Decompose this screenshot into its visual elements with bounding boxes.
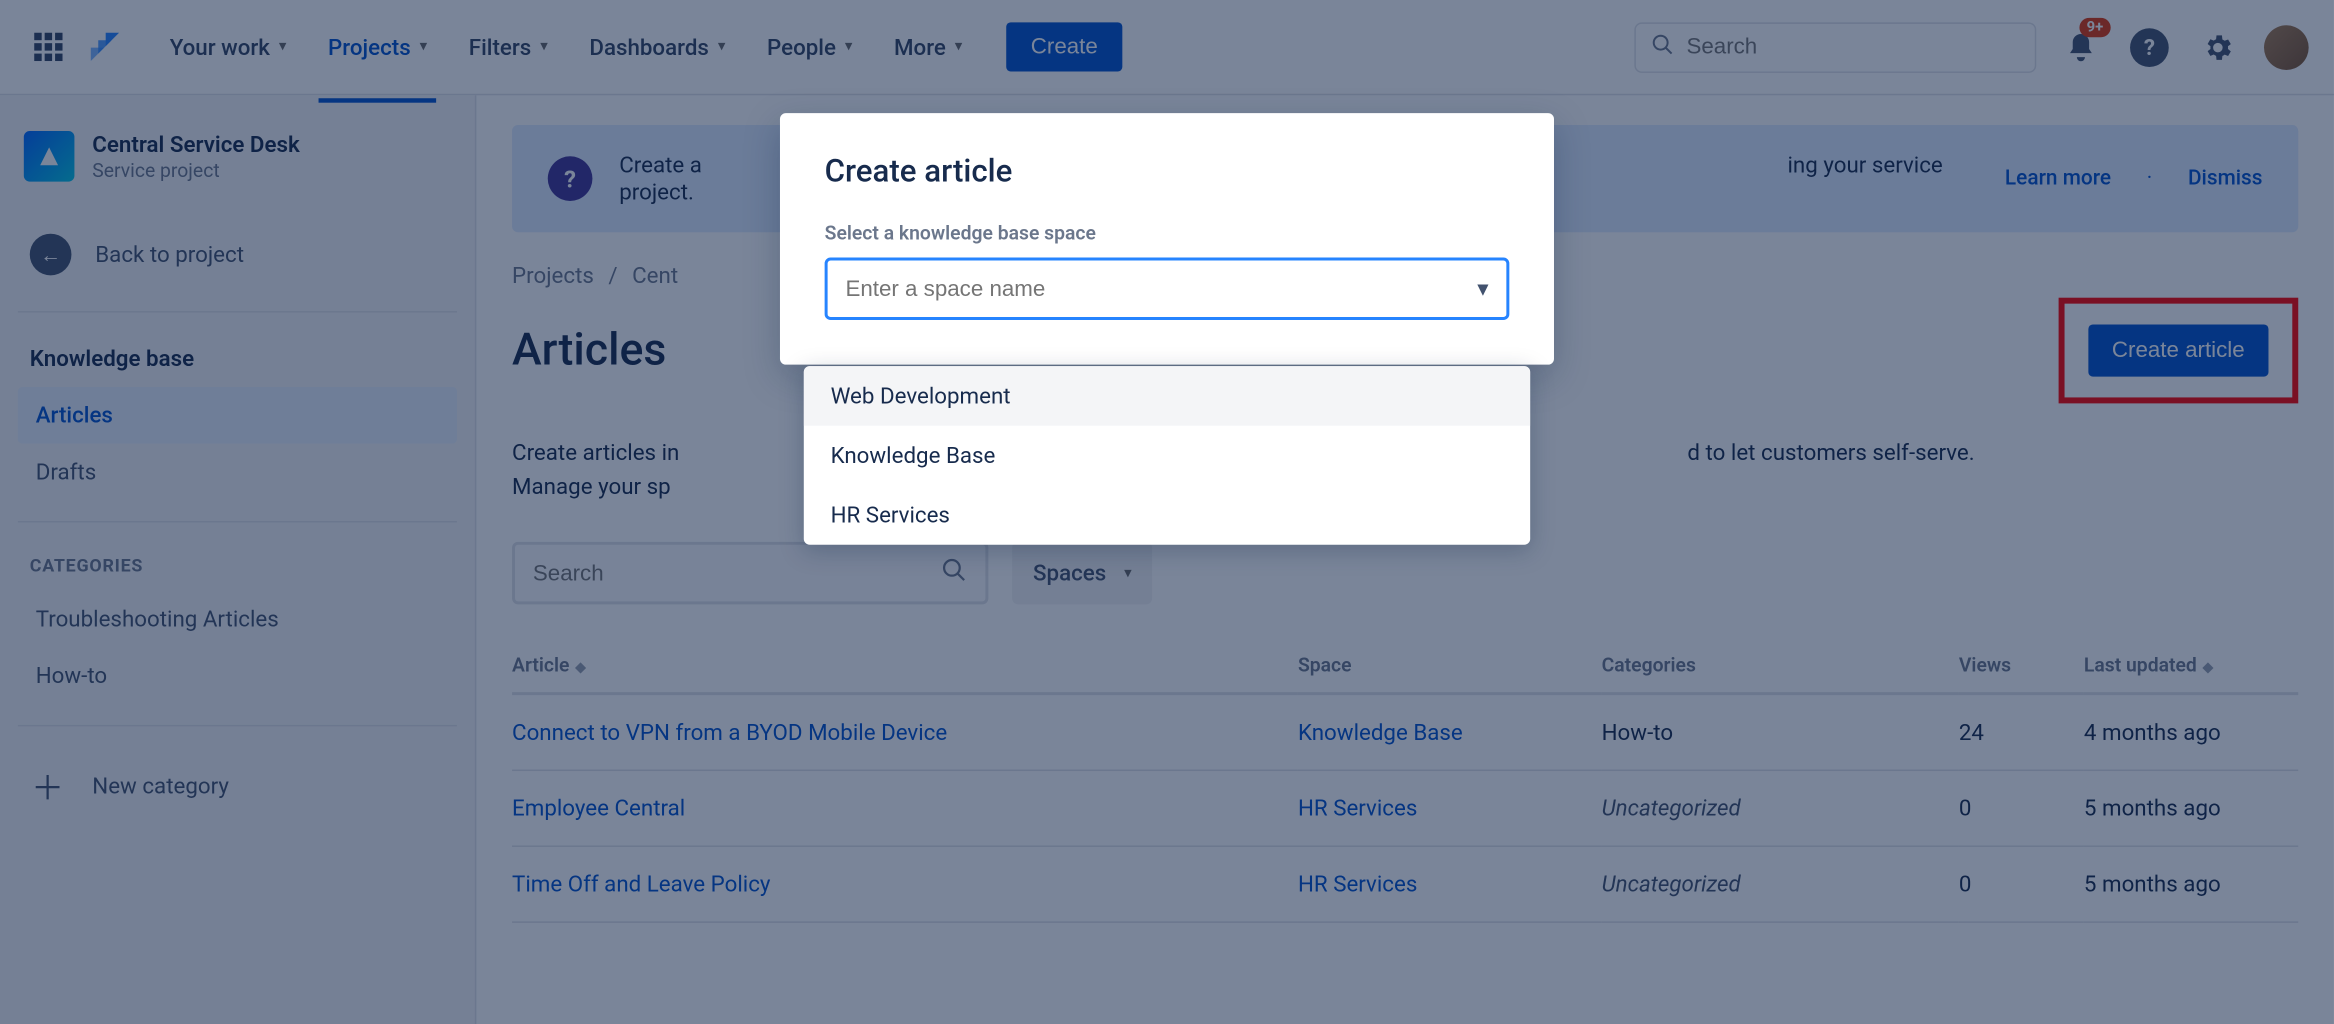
modal-title: Create article — [825, 155, 1510, 191]
space-option-knowledge-base[interactable]: Knowledge Base — [804, 426, 1530, 486]
space-select[interactable]: ▾ — [825, 258, 1510, 321]
space-dropdown: Web Development Knowledge Base HR Servic… — [804, 366, 1530, 545]
space-option-hr-services[interactable]: HR Services — [804, 485, 1530, 545]
space-option-web-development[interactable]: Web Development — [804, 366, 1530, 426]
create-article-modal: Create article Select a knowledge base s… — [780, 113, 1554, 365]
modal-field-label: Select a knowledge base space — [825, 223, 1510, 245]
chevron-down-icon: ▾ — [1477, 275, 1488, 302]
space-select-input[interactable] — [845, 276, 1477, 301]
